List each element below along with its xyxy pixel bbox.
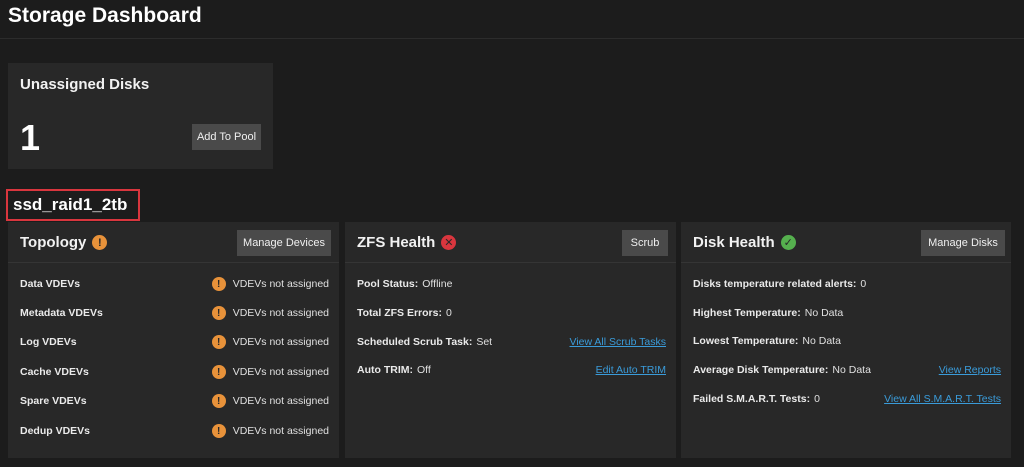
warning-icon: ! [211,424,226,438]
row-value: Offline [422,278,453,290]
topology-row-log: Log VDEVs ! VDEVs not assigned [20,333,329,351]
disk-row-average-temp: Average Disk Temperature: No Data View R… [693,361,1001,379]
edit-auto-trim-link[interactable]: Edit Auto TRIM [596,364,666,376]
row-label: Highest Temperature: [693,307,801,319]
row-value: 0 [814,393,820,405]
row-label: Dedup VDEVs [20,425,91,437]
row-label: Scheduled Scrub Task: [357,336,473,348]
zfs-row-pool-status: Pool Status: Offline [357,275,666,293]
view-reports-link[interactable]: View Reports [939,364,1001,376]
disk-health-header: Disk Health ✓ Manage Disks [681,222,1011,263]
row-label: Disks temperature related alerts: [693,278,857,290]
unassigned-disks-count: 1 [20,117,41,158]
topology-row-spare: Spare VDEVs ! VDEVs not assigned [20,392,329,410]
row-label: Data VDEVs [20,278,81,290]
row-value: Off [416,364,431,376]
zfs-health-title-wrap: ZFS Health ✕ [357,234,457,251]
manage-disks-button[interactable]: Manage Disks [921,230,1005,256]
row-value: Set [476,336,493,348]
topology-row-data: Data VDEVs ! VDEVs not assigned [20,275,329,293]
zfs-row-auto-trim: Auto TRIM: Off Edit Auto TRIM [357,361,666,379]
warning-icon: ! [211,365,226,379]
row-label: Spare VDEVs [20,395,87,407]
zfs-health-header: ZFS Health ✕ Scrub [345,222,676,263]
row-status: ! VDEVs not assigned [211,424,329,438]
row-status: ! VDEVs not assigned [211,365,329,379]
topology-row-cache: Cache VDEVs ! VDEVs not assigned [20,363,329,381]
row-label: Cache VDEVs [20,366,89,378]
row-value: No Data [832,364,871,376]
page-title: Storage Dashboard [8,4,202,27]
row-label: Metadata VDEVs [20,307,103,319]
topology-header: Topology ! Manage Devices [8,222,339,263]
scrub-button[interactable]: Scrub [622,230,668,256]
row-value: VDEVs not assigned [232,366,329,378]
warning-icon: ! [211,394,226,408]
row-label: Log VDEVs [20,336,77,348]
row-label: Lowest Temperature: [693,335,799,347]
unassigned-disks-card: Unassigned Disks 1 Add To Pool [8,63,273,169]
disk-row-failed-smart: Failed S.M.A.R.T. Tests: 0 View All S.M.… [693,390,1001,408]
topology-title-wrap: Topology ! [20,234,108,251]
row-status: ! VDEVs not assigned [211,277,329,291]
zfs-row-scrub-task: Scheduled Scrub Task: Set View All Scrub… [357,333,666,351]
row-value: No Data [802,335,841,347]
view-all-scrub-tasks-link[interactable]: View All Scrub Tasks [570,336,667,348]
row-label: Average Disk Temperature: [693,364,829,376]
add-to-pool-button[interactable]: Add To Pool [192,124,261,150]
row-value: VDEVs not assigned [232,425,329,437]
disk-row-temp-alerts: Disks temperature related alerts: 0 [693,275,1001,293]
topology-title: Topology [20,234,87,251]
view-all-smart-tests-link[interactable]: View All S.M.A.R.T. Tests [884,393,1001,405]
row-status: ! VDEVs not assigned [211,306,329,320]
row-label: Failed S.M.A.R.T. Tests: [693,393,811,405]
header-divider [0,38,1024,39]
error-icon: ✕ [441,235,457,250]
row-value: 0 [860,278,867,290]
row-value: VDEVs not assigned [232,307,329,319]
warning-icon: ! [211,277,226,291]
row-label: Total ZFS Errors: [357,307,442,319]
zfs-row-total-errors: Total ZFS Errors: 0 [357,304,666,322]
pool-name: ssd_raid1_2tb [6,189,140,221]
warning-icon: ! [211,335,226,349]
check-circle-icon: ✓ [780,235,796,250]
disk-row-lowest-temp: Lowest Temperature: No Data [693,332,1001,350]
zfs-health-title: ZFS Health [357,234,436,251]
disk-health-title: Disk Health [693,234,775,251]
row-label: Auto TRIM: [357,364,413,376]
warning-icon: ! [92,235,108,250]
manage-devices-button[interactable]: Manage Devices [237,230,331,256]
row-value: VDEVs not assigned [232,395,329,407]
row-value: No Data [804,307,844,319]
topology-row-dedup: Dedup VDEVs ! VDEVs not assigned [20,422,329,440]
topology-row-metadata: Metadata VDEVs ! VDEVs not assigned [20,304,329,322]
row-label: Pool Status: [357,278,419,290]
disk-health-card: Disk Health ✓ Manage Disks Disks tempera… [681,222,1011,458]
row-value: VDEVs not assigned [232,336,329,348]
disk-row-highest-temp: Highest Temperature: No Data [693,304,1001,322]
row-value: VDEVs not assigned [232,278,329,290]
row-status: ! VDEVs not assigned [211,394,329,408]
topology-card: Topology ! Manage Devices Data VDEVs ! VD… [8,222,339,458]
zfs-health-card: ZFS Health ✕ Scrub Pool Status: Offline … [345,222,676,458]
row-status: ! VDEVs not assigned [211,335,329,349]
row-value: 0 [445,307,452,319]
unassigned-disks-title: Unassigned Disks [20,76,150,93]
warning-icon: ! [211,306,226,320]
disk-health-title-wrap: Disk Health ✓ [693,234,796,251]
